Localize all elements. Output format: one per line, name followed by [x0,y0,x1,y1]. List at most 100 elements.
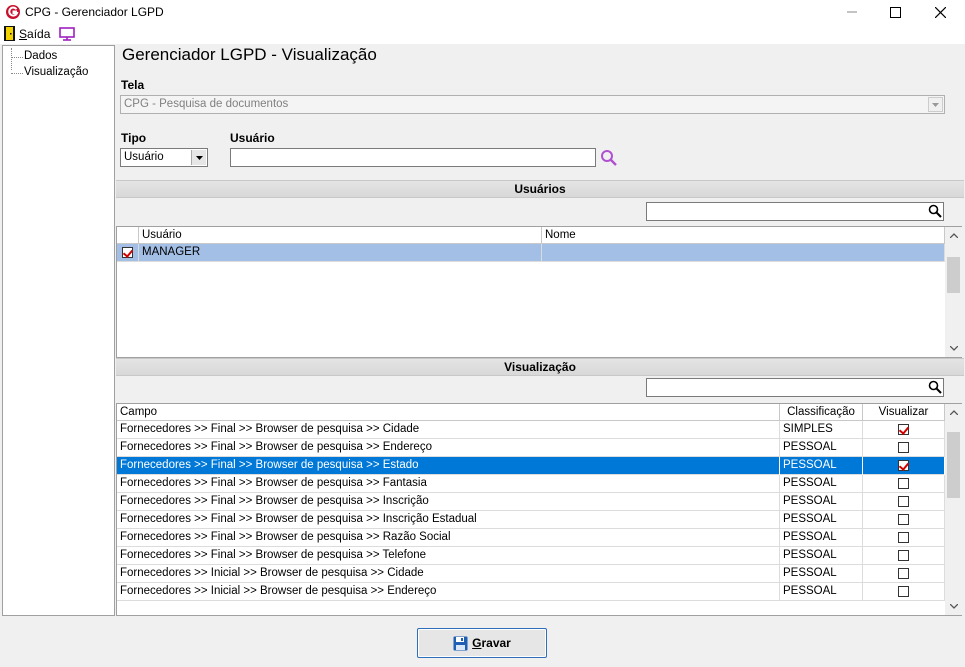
visualizar-cell[interactable] [863,439,945,457]
search-icon [928,380,942,394]
usuarios-check-cell[interactable] [117,244,139,262]
close-icon [935,6,946,18]
visualizar-cell[interactable] [863,529,945,547]
visualizar-checkbox[interactable] [898,550,909,561]
visualizacao-column-classificacao[interactable]: Classificação [780,404,863,421]
visualizar-cell[interactable] [863,421,945,439]
visualizar-cell[interactable] [863,547,945,565]
minimize-button[interactable] [829,0,874,24]
minimize-icon [846,11,857,13]
visualizacao-column-visualizar[interactable]: Visualizar [863,404,945,421]
chevron-up-icon [949,233,958,238]
visualizar-checkbox[interactable] [898,442,909,453]
scroll-up-button[interactable] [945,404,962,421]
visualizar-cell[interactable] [863,511,945,529]
navigation-tree: Dados Visualização [2,45,115,616]
tipo-dropdown-button[interactable] [191,150,206,165]
visualizacao-row[interactable]: Fornecedores >> Final >> Browser de pesq… [117,547,945,565]
usuarios-column-usuario[interactable]: Usuário [139,227,542,244]
visualizacao-row[interactable]: Fornecedores >> Final >> Browser de pesq… [117,475,945,493]
usuarios-scrollbar[interactable] [945,227,962,357]
close-button[interactable] [918,0,963,24]
tela-dropdown-button[interactable] [928,97,943,112]
scroll-thumb[interactable] [947,432,960,498]
maximize-button[interactable] [873,0,918,24]
scroll-down-button[interactable] [945,340,962,357]
visualizar-checkbox[interactable] [898,496,909,507]
usuarios-filter-input[interactable] [646,202,944,221]
exit-door-icon [4,26,15,41]
visualizacao-scrollbar[interactable] [945,404,962,615]
save-label-rest: ravar [481,636,511,650]
campo-cell: Fornecedores >> Final >> Browser de pesq… [117,493,780,511]
tree-item-label: Visualização [24,66,89,78]
visualizacao-row[interactable]: Fornecedores >> Final >> Browser de pesq… [117,493,945,511]
floppy-disk-icon [453,636,468,650]
visualizar-checkbox[interactable] [898,460,909,471]
app-logo-icon [6,5,20,19]
visualizar-checkbox[interactable] [898,586,909,597]
tipo-select[interactable]: Usuário [120,148,208,167]
title-bar: CPG - Gerenciador LGPD [0,0,965,24]
chevron-down-icon [195,155,203,160]
visualizar-cell[interactable] [863,457,945,475]
usuario-cell: MANAGER [139,244,542,262]
visualizacao-row[interactable]: Fornecedores >> Inicial >> Browser de pe… [117,565,945,583]
tree-item-visualizacao[interactable]: Visualização [3,65,114,81]
exit-label-rest: aída [27,27,51,41]
visualizar-checkbox[interactable] [898,424,909,435]
classificacao-cell: PESSOAL [780,439,863,457]
campo-cell: Fornecedores >> Final >> Browser de pesq… [117,547,780,565]
visualizacao-grid: Campo Classificação Visualizar Fornecedo… [116,403,962,616]
visualizacao-filter-search-button[interactable] [926,378,944,396]
visualizacao-filter-input[interactable] [646,378,944,397]
visualizar-cell[interactable] [863,475,945,493]
menu-bar: Saída [0,24,965,44]
campo-cell: Fornecedores >> Inicial >> Browser de pe… [117,583,780,601]
visualizar-cell[interactable] [863,565,945,583]
visualizacao-section-header: Visualização [116,358,964,376]
visualizacao-column-campo[interactable]: Campo [117,404,780,421]
tree-item-dados[interactable]: Dados [3,49,114,65]
visualizacao-row[interactable]: Fornecedores >> Final >> Browser de pesq… [117,529,945,547]
usuarios-section-header: Usuários [116,180,964,198]
save-button[interactable]: Gravar [417,628,547,658]
tela-value: CPG - Pesquisa de documentos [124,98,289,110]
visualizar-checkbox[interactable] [898,514,909,525]
usuarios-filter-search-button[interactable] [926,202,944,220]
visualizacao-row[interactable]: Fornecedores >> Final >> Browser de pesq… [117,457,945,475]
visualizacao-row[interactable]: Fornecedores >> Inicial >> Browser de pe… [117,583,945,601]
classificacao-cell: PESSOAL [780,583,863,601]
usuario-label: Usuário [230,131,275,145]
visualizacao-row[interactable]: Fornecedores >> Final >> Browser de pesq… [117,511,945,529]
campo-cell: Fornecedores >> Final >> Browser de pesq… [117,529,780,547]
exit-menu-item[interactable]: Saída [19,27,50,41]
page-title: Gerenciador LGPD - Visualização [122,45,377,64]
classificacao-cell: SIMPLES [780,421,863,439]
tela-select[interactable]: CPG - Pesquisa de documentos [120,95,945,114]
usuario-input[interactable] [230,148,596,167]
monitor-icon[interactable] [59,27,75,41]
classificacao-cell: PESSOAL [780,547,863,565]
usuarios-column-nome[interactable]: Nome [542,227,945,244]
scroll-thumb[interactable] [947,257,960,293]
tipo-value: Usuário [124,151,164,163]
visualizacao-row[interactable]: Fornecedores >> Final >> Browser de pesq… [117,439,945,457]
scroll-up-button[interactable] [945,227,962,244]
visualizar-cell[interactable] [863,583,945,601]
visualizar-checkbox[interactable] [898,532,909,543]
usuario-checkbox[interactable] [122,247,133,258]
usuario-search-button[interactable] [600,149,618,167]
visualizacao-row[interactable]: Fornecedores >> Final >> Browser de pesq… [117,421,945,439]
campo-cell: Fornecedores >> Inicial >> Browser de pe… [117,565,780,583]
classificacao-cell: PESSOAL [780,511,863,529]
search-icon [601,150,617,166]
visualizar-checkbox[interactable] [898,568,909,579]
search-icon [928,204,942,218]
visualizar-checkbox[interactable] [898,478,909,489]
usuarios-row[interactable]: MANAGER [117,244,945,262]
tree-item-label: Dados [24,50,58,62]
exit-mnemonic: S [19,27,28,41]
visualizar-cell[interactable] [863,493,945,511]
scroll-down-button[interactable] [945,598,962,615]
